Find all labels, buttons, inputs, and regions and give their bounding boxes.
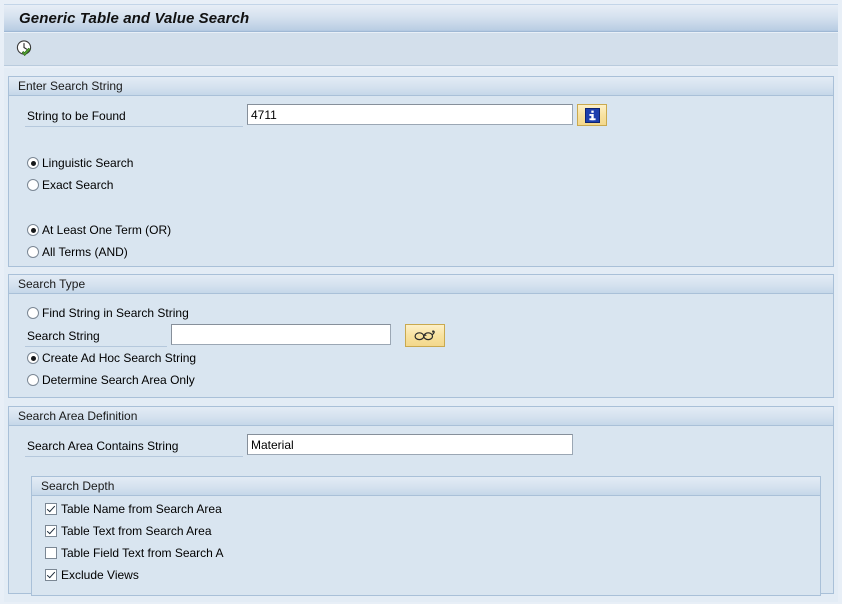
string-to-be-found-input[interactable] — [247, 104, 573, 125]
group-header-search-type: Search Type — [9, 275, 833, 294]
check-mark-table-name-from-search-area — [45, 503, 57, 515]
label-underline-string-to-be-found — [25, 126, 243, 127]
label-search-area-contains-string: Search Area Contains String — [27, 439, 179, 453]
subgroup-search-depth: Search Depth Table Name from Search Area… — [31, 476, 821, 596]
group-body-search-type: Find String in Search String Search Stri… — [9, 294, 833, 397]
check-label-table-text-from-search-area: Table Text from Search Area — [61, 524, 212, 538]
checkbox-table-field-text-from-search-area[interactable]: Table Field Text from Search A — [45, 546, 224, 560]
radio-mark-exact-search — [27, 179, 39, 191]
radio-mark-linguistic-search — [27, 157, 39, 169]
group-title-search-type: Search Type — [18, 277, 86, 291]
radio-label-at-least-one-term-or: At Least One Term (OR) — [42, 223, 172, 237]
search-string-display-button[interactable] — [405, 324, 445, 347]
check-mark-table-field-text-from-search-area — [45, 547, 57, 559]
radio-mark-determine-search-area-only — [27, 374, 39, 386]
check-label-table-name-from-search-area: Table Name from Search Area — [61, 502, 222, 516]
execute-button[interactable] — [12, 36, 38, 62]
group-header-search-depth: Search Depth — [32, 477, 820, 496]
group-header-enter-search-string: Enter Search String — [9, 77, 833, 96]
group-enter-search-string: Enter Search String String to be Found 4… — [8, 76, 834, 267]
check-mark-exclude-views — [45, 569, 57, 581]
information-icon — [584, 107, 600, 123]
search-string-input[interactable] — [171, 324, 391, 345]
label-underline-search-area-contains-string — [25, 456, 243, 457]
check-label-table-field-text-from-search-area: Table Field Text from Search A — [61, 546, 224, 560]
radio-linguistic-search[interactable]: Linguistic Search — [27, 156, 133, 170]
radio-exact-search[interactable]: Exact Search — [27, 178, 113, 192]
string-info-button[interactable] — [577, 104, 607, 126]
application-window: Generic Table and Value Search Enter Sea… — [0, 0, 842, 604]
radio-label-linguistic-search: Linguistic Search — [42, 156, 134, 170]
radio-mark-find-string-in-search-string — [27, 307, 39, 319]
radio-mark-at-least-one-term-or — [27, 224, 39, 236]
execute-clock-icon — [15, 39, 35, 59]
radio-label-all-terms-and: All Terms (AND) — [42, 245, 128, 259]
radio-find-string-in-search-string[interactable]: Find String in Search String — [27, 306, 189, 320]
group-title-search-depth: Search Depth — [41, 479, 115, 493]
search-area-contains-string-input[interactable] — [247, 434, 573, 455]
window-titlebar: Generic Table and Value Search — [4, 4, 838, 32]
radio-label-determine-search-area-only: Determine Search Area Only — [42, 373, 195, 387]
group-search-type: Search Type Find String in Search String… — [8, 274, 834, 398]
group-title-enter-search-string: Enter Search String — [18, 79, 123, 93]
group-header-search-area-definition: Search Area Definition — [9, 407, 833, 426]
radio-mark-all-terms-and — [27, 246, 39, 258]
radio-label-find-string-in-search-string: Find String in Search String — [42, 306, 189, 320]
label-search-string: Search String — [27, 329, 100, 343]
page-title: Generic Table and Value Search — [19, 9, 250, 27]
check-label-exclude-views: Exclude Views — [61, 568, 139, 582]
radio-determine-search-area-only[interactable]: Determine Search Area Only — [27, 373, 195, 387]
radio-label-exact-search: Exact Search — [42, 178, 114, 192]
label-underline-search-string — [25, 346, 167, 347]
check-mark-table-text-from-search-area — [45, 525, 57, 537]
content-area: Enter Search String String to be Found 4… — [4, 68, 838, 602]
radio-mark-create-ad-hoc-search-string — [27, 352, 39, 364]
group-search-area-definition: Search Area Definition Search Area Conta… — [8, 406, 834, 596]
checkbox-table-name-from-search-area[interactable]: Table Name from Search Area — [45, 502, 222, 516]
group-body-search-depth: Table Name from Search Area Table Text f… — [32, 496, 820, 595]
radio-at-least-one-term-or[interactable]: At Least One Term (OR) — [27, 223, 171, 237]
application-toolbar — [4, 33, 838, 66]
checkbox-exclude-views[interactable]: Exclude Views — [45, 568, 139, 582]
label-string-to-be-found: String to be Found — [27, 109, 126, 123]
checkbox-table-text-from-search-area[interactable]: Table Text from Search Area — [45, 524, 212, 538]
group-body-enter-search-string: String to be Found 4711 Linguistic Searc… — [9, 96, 833, 266]
group-body-search-area-definition: Search Area Contains String Search Depth… — [9, 426, 833, 596]
radio-label-create-ad-hoc-search-string: Create Ad Hoc Search String — [42, 351, 197, 365]
radio-all-terms-and[interactable]: All Terms (AND) — [27, 245, 128, 259]
radio-create-ad-hoc-search-string[interactable]: Create Ad Hoc Search String — [27, 351, 196, 365]
eyeglasses-icon — [414, 329, 436, 343]
group-title-search-area-definition: Search Area Definition — [18, 409, 138, 423]
